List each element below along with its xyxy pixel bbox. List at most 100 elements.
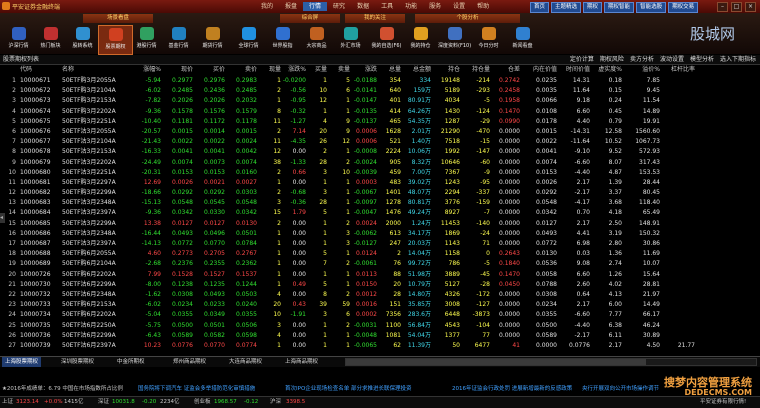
- table-row[interactable]: 9 10000679 50ETF沽3月2202A -24.49 0.0074 0.0073…: [0, 158, 760, 168]
- table-row[interactable]: 25 10000735 50ETF沽6月2250A -5.75 0.0500 0.0501…: [0, 321, 760, 331]
- toolbar-button[interactable]: 新闻看盘: [506, 25, 539, 53]
- toolbar-button[interactable]: 深度资料(F10): [438, 25, 471, 53]
- table-cell: 14.89: [642, 107, 660, 115]
- top-quick-button[interactable]: 首页: [530, 2, 550, 13]
- table-row[interactable]: 7 10000677 50ETF沽3月2104A -21.43 0.0022 0.0022…: [0, 137, 760, 147]
- table-cell: 0.0000: [499, 311, 520, 319]
- top-quick-button[interactable]: 期权智能: [604, 2, 635, 13]
- menu-item[interactable]: 研究: [327, 2, 351, 11]
- column-header[interactable]: 名称: [62, 65, 74, 75]
- table-row[interactable]: 17 10000687 50ETF沽3月2397A -14.13 0.0772 0.077…: [0, 239, 760, 249]
- toolbar-button[interactable]: 今日分时: [472, 25, 505, 53]
- table-row[interactable]: 11 10000681 50ETF购3月2297A 12.69 0.0026 0.0021…: [0, 178, 760, 188]
- menu-item[interactable]: 设置: [447, 2, 471, 11]
- market-tab[interactable]: 深圳股票期权: [58, 357, 97, 367]
- list-action-link[interactable]: 选入下期指标: [720, 55, 756, 64]
- toolbar-button[interactable]: 沪深行情: [2, 25, 35, 53]
- table-row[interactable]: 21 10000730 50ETF沽6月2299A -8.00 0.1238 0.1235…: [0, 280, 760, 290]
- option-code: 10000680: [20, 168, 51, 176]
- market-tab[interactable]: 大连商品期权: [226, 357, 265, 367]
- toolbar-button-icon: [241, 27, 256, 40]
- toolbar-button[interactable]: 我的持仓: [404, 25, 437, 53]
- table-cell: 0.0990: [499, 117, 520, 125]
- table-row[interactable]: 3 10000673 50ETF购3月2153A -7.82 0.2026 0.2026 0…: [0, 96, 760, 106]
- table-row[interactable]: 10 10000680 50ETF沽3月2251A -20.31 0.0153 0.015…: [0, 168, 760, 178]
- column-header[interactable]: 仓差: [480, 65, 520, 75]
- toolbar-button-label: 全球行情: [238, 43, 259, 49]
- table-row[interactable]: 4 10000674 50ETF购3月2202A -9.36 0.1578 0.1576 0…: [0, 107, 760, 117]
- list-action-link[interactable]: 卖方分析: [630, 55, 654, 64]
- table-row[interactable]: 18 10000688 50ETF购6月2055A 4.60 0.2773 0.2705 0…: [0, 249, 760, 259]
- toolbar-button[interactable]: 股票期权: [98, 25, 133, 55]
- market-tab[interactable]: 上海商品期权: [282, 357, 321, 367]
- maximize-icon[interactable]: □: [731, 2, 742, 12]
- ticker-item[interactable]: 央行开展双向公开市场操作调节: [582, 385, 659, 394]
- list-action-link[interactable]: 期权风险: [600, 55, 624, 64]
- menu-item[interactable]: 服务: [423, 2, 447, 11]
- toolbar-button[interactable]: 世界股指: [266, 25, 299, 53]
- ticker-item[interactable]: 国务院将下调汽车 证监会多举措防范化审慎措施: [138, 385, 255, 394]
- table-row[interactable]: 24 10000734 50ETF购6月2202A -5.04 0.0355 0.0349…: [0, 310, 760, 320]
- top-quick-button[interactable]: 智能选股: [636, 2, 667, 13]
- toolbar-button[interactable]: 期货行情: [196, 25, 229, 53]
- toolbar-button[interactable]: 外汇市场: [334, 25, 367, 53]
- top-quick-button[interactable]: 期权: [583, 2, 603, 13]
- menu-item[interactable]: 数据: [351, 2, 375, 11]
- table-row[interactable]: 12 10000682 50ETF购3月2299A -18.66 0.0292 0.029…: [0, 188, 760, 198]
- table-row[interactable]: 5 10000675 50ETF购3月2251A -10.40 0.1181 0.1172…: [0, 117, 760, 127]
- table-row[interactable]: 27 10000739 50ETF沽6月2397A 10.23 0.0776 0.0770…: [0, 341, 760, 351]
- ticker-item[interactable]: ★2016年成绩单：6.79 中国在市场指数所占比例: [2, 385, 123, 394]
- list-action-link[interactable]: 模型分析: [690, 55, 714, 64]
- table-row[interactable]: 1 10000671 50ETF购3月2055A -5.94 0.2977 0.2976 0…: [0, 76, 760, 86]
- ticker-item[interactable]: 2016年证监会行政处罚 进展新增最新的反感政策: [452, 385, 572, 394]
- menu-item[interactable]: 功能: [399, 2, 423, 11]
- menu-item[interactable]: 帮助: [471, 2, 495, 11]
- menu-item[interactable]: 报盘: [279, 2, 303, 11]
- column-header[interactable]: 代码: [20, 65, 32, 75]
- ticker-item[interactable]: 首次IPO企业现场检查名单 部分求推进长联保理投资: [285, 385, 412, 394]
- table-cell: 0.1470: [499, 107, 520, 115]
- table-row[interactable]: 20 10000726 50ETF购6月2202A 7.99 0.1528 0.1527 0…: [0, 270, 760, 280]
- table-row[interactable]: 14 10000684 50ETF沽3月2397A -9.36 0.0342 0.0330…: [0, 208, 760, 218]
- toolbar-button[interactable]: 全球行情: [232, 25, 265, 53]
- table-cell: 8.07: [608, 158, 622, 166]
- menu-item[interactable]: 工具: [375, 2, 399, 11]
- column-header[interactable]: 杠杆比率: [655, 65, 695, 75]
- table-row[interactable]: 23 10000733 50ETF购6月2153A -6.02 0.0234 0.0233…: [0, 300, 760, 310]
- minimize-icon[interactable]: –: [717, 2, 728, 12]
- top-quick-button[interactable]: 期权交易: [668, 2, 699, 13]
- table-row[interactable]: 6 10000676 50ETF沽3月2055A -20.57 0.0015 0.0014…: [0, 127, 760, 137]
- toolbar-button[interactable]: 我的自选(F6): [370, 25, 403, 53]
- table-cell: 0.0000: [499, 229, 520, 237]
- column-header[interactable]: 溢价%: [620, 65, 660, 75]
- toolbar-button[interactable]: 基金行情: [162, 25, 195, 53]
- market-tab[interactable]: 中金所期权: [114, 357, 148, 367]
- table-row[interactable]: 15 10000685 50ETF沽3月2299A 13.38 0.0127 0.0127…: [0, 219, 760, 229]
- table-cell: 21.77: [677, 341, 695, 349]
- table-row[interactable]: 16 10000686 50ETF沽3月2348A -16.44 0.0493 0.049…: [0, 229, 760, 239]
- list-action-link[interactable]: 定价计算: [570, 55, 594, 64]
- menu-item[interactable]: 行情: [303, 2, 328, 11]
- table-row[interactable]: 2 10000672 50ETF购3月2104A -6.02 0.2485 0.2436 0…: [0, 86, 760, 96]
- menu-item[interactable]: 我的: [255, 2, 279, 11]
- table-row[interactable]: 26 10000736 50ETF沽6月2299A -6.43 0.0589 0.0582…: [0, 331, 760, 341]
- table-cell: 4.87: [608, 168, 622, 176]
- toolbar-button[interactable]: 港股行情: [130, 25, 163, 53]
- toolbar-button[interactable]: 大宗商品: [300, 25, 333, 53]
- horizontal-scrollbar[interactable]: [345, 358, 757, 366]
- table-row[interactable]: 22 10000732 50ETF沽6月2348A -1.62 0.0308 0.0493…: [0, 290, 760, 300]
- scrollbar-thumb[interactable]: [346, 359, 646, 365]
- close-icon[interactable]: ×: [745, 2, 756, 12]
- table-cell: 0.0000: [499, 127, 520, 135]
- list-action-link[interactable]: 波动设置: [660, 55, 684, 64]
- column-header[interactable]: 虚实度%: [582, 65, 622, 75]
- main-menu: 我的 报盘 行情 研究 数据 工具 功能 服务 设置 帮助: [255, 2, 495, 11]
- top-quick-button[interactable]: 主题精选: [551, 2, 582, 13]
- toolbar-button[interactable]: 股转系统: [66, 25, 99, 53]
- table-row[interactable]: 19 10000689 50ETF购6月2104A -2.68 0.2376 0.2355…: [0, 259, 760, 269]
- table-row[interactable]: 13 10000683 50ETF沽3月2348A -15.13 0.0548 0.054…: [0, 198, 760, 208]
- market-tab[interactable]: 郑州商品期权: [170, 357, 209, 367]
- market-tab[interactable]: 上海股票期权: [2, 357, 42, 367]
- table-row[interactable]: 8 10000678 50ETF沽3月2153A -16.33 0.0041 0.0041…: [0, 147, 760, 157]
- toolbar-button[interactable]: 热门板块: [34, 25, 67, 53]
